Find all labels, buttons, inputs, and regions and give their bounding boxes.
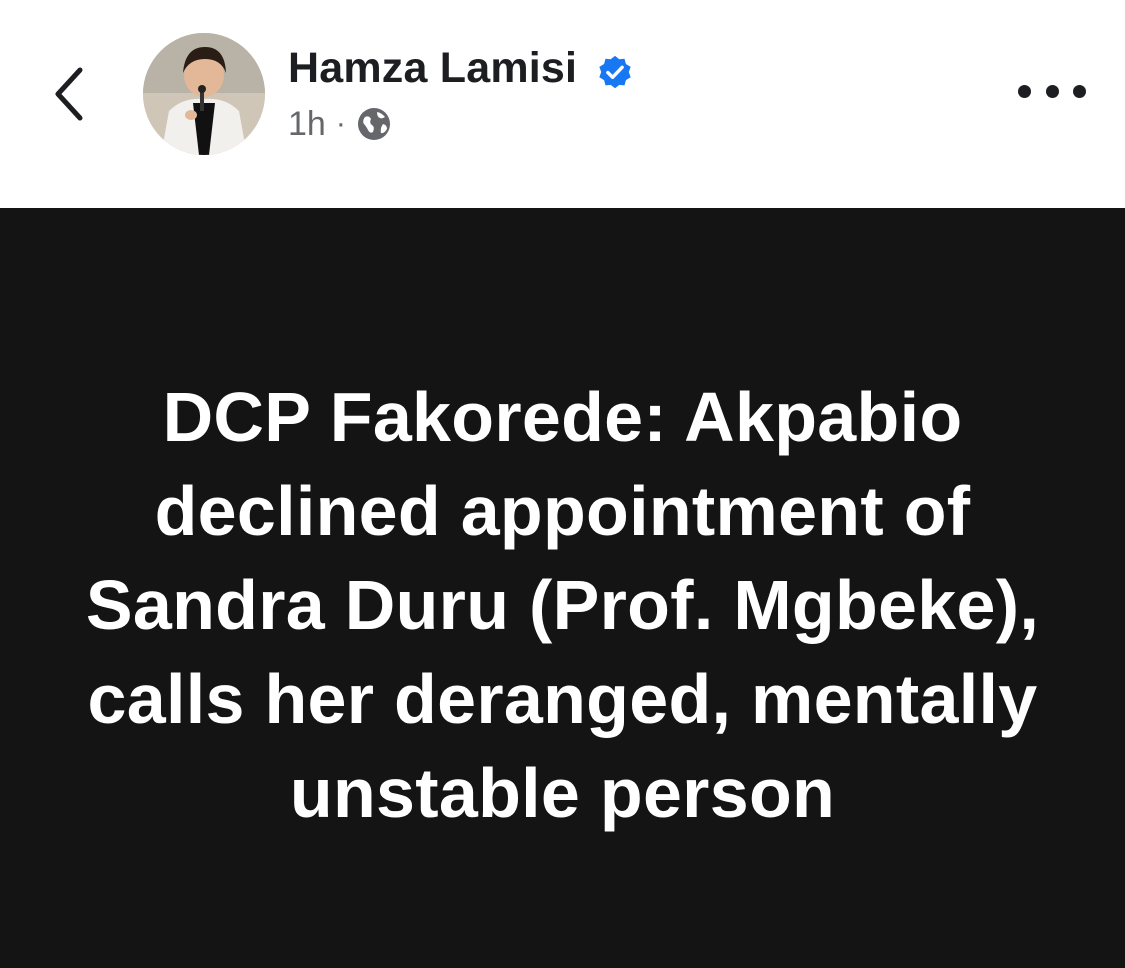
meta-separator: · [335, 107, 346, 140]
more-options-button[interactable] [1018, 76, 1086, 106]
author-avatar[interactable] [143, 33, 265, 155]
more-horizontal-icon [1018, 84, 1031, 98]
post-header: Hamza Lamisi 1h · [0, 0, 1125, 208]
verified-badge-icon [599, 55, 631, 89]
back-button[interactable] [46, 58, 94, 130]
post-text: DCP Fakorede: Akpabio declined appointme… [85, 378, 1040, 832]
author-name[interactable]: Hamza Lamisi [288, 44, 577, 93]
post-meta: 1h · [288, 104, 392, 144]
post-time[interactable]: 1h [288, 105, 326, 144]
chevron-left-icon [55, 67, 83, 121]
globe-icon[interactable] [356, 106, 392, 142]
post-text-card[interactable]: DCP Fakorede: Akpabio declined appointme… [0, 208, 1125, 968]
avatar-image [143, 33, 265, 155]
